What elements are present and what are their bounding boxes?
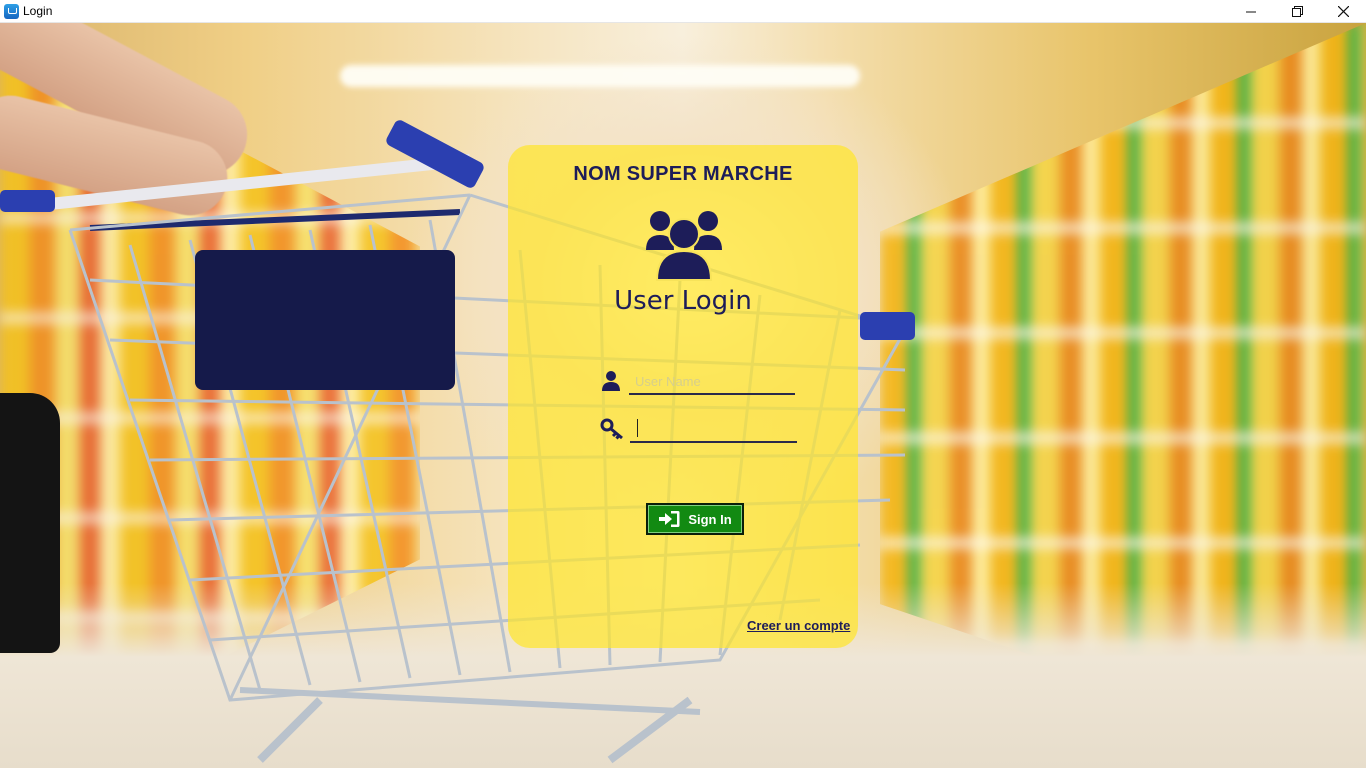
- text-caret: [637, 419, 638, 437]
- close-button[interactable]: [1320, 0, 1366, 23]
- store-name: NOM SUPER MARCHE: [573, 163, 793, 185]
- user-icon: [602, 371, 620, 391]
- sign-in-button[interactable]: Sign In: [646, 503, 744, 535]
- sign-in-icon: [659, 511, 680, 527]
- window-title: Login: [23, 4, 53, 18]
- title-bar: Login: [0, 0, 1366, 23]
- create-account-link[interactable]: Creer un compte: [747, 618, 850, 633]
- users-group-icon: [646, 211, 722, 281]
- minimize-icon: [1246, 11, 1256, 12]
- close-icon: [1337, 6, 1349, 17]
- login-heading: User Login: [614, 286, 752, 316]
- password-input[interactable]: [630, 416, 797, 443]
- username-input[interactable]: [629, 370, 795, 395]
- window-controls: [1228, 0, 1366, 23]
- app-cart-icon: [4, 3, 19, 19]
- restore-icon: [1291, 6, 1303, 17]
- sign-in-label: Sign In: [688, 511, 732, 527]
- key-icon: [600, 418, 623, 440]
- minimize-button[interactable]: [1228, 0, 1274, 23]
- restore-button[interactable]: [1274, 0, 1320, 23]
